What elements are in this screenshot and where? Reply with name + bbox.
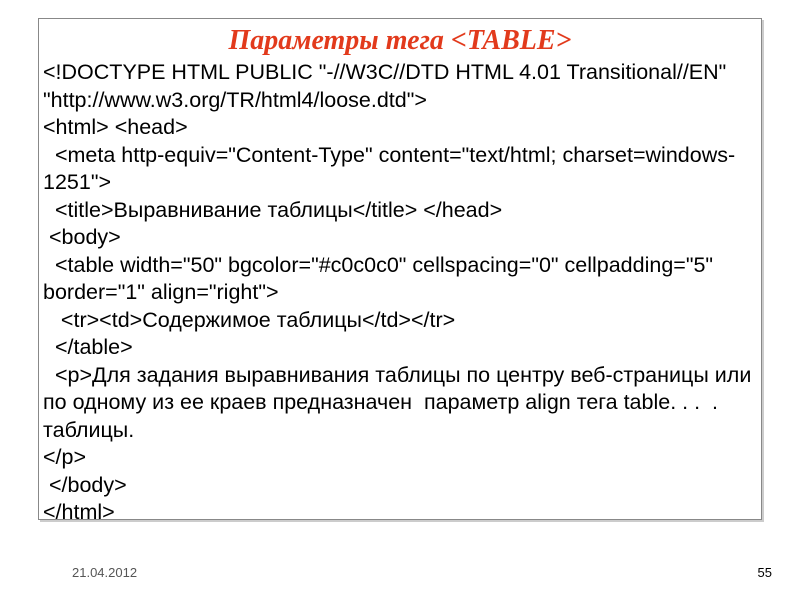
- content-box: Параметры тега <TABLE> <!DOCTYPE HTML PU…: [38, 18, 762, 520]
- code-block: <!DOCTYPE HTML PUBLIC "-//W3C//DTD HTML …: [39, 59, 761, 527]
- page-number: 55: [758, 565, 772, 580]
- footer-date: 21.04.2012: [72, 565, 137, 580]
- slide-title: Параметры тега <TABLE>: [39, 19, 761, 59]
- slide: Параметры тега <TABLE> <!DOCTYPE HTML PU…: [0, 0, 800, 600]
